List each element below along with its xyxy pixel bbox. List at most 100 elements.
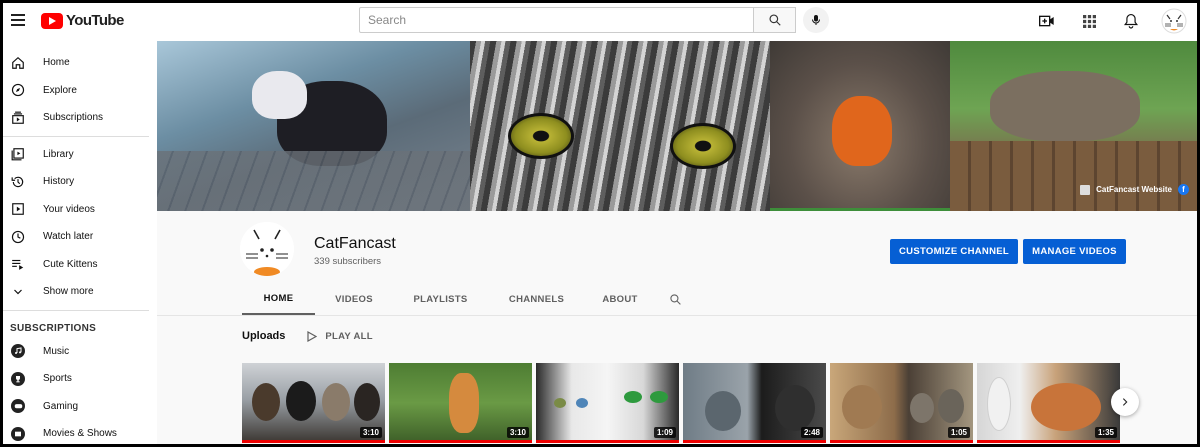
subscriptions-heading: SUBSCRIPTIONS — [10, 322, 97, 334]
apps-icon — [1082, 14, 1096, 28]
search-icon — [669, 293, 681, 305]
channel-name: CatFancast — [314, 235, 396, 252]
video-duration: 1:35 — [1094, 427, 1117, 438]
history-icon — [10, 174, 26, 190]
subscriber-count: 339 subscribers — [314, 256, 382, 267]
search-input[interactable] — [368, 13, 753, 27]
sidebar-divider — [3, 135, 149, 137]
sidebar-sub-sports[interactable]: Sports — [3, 365, 157, 393]
customize-channel-button[interactable]: CUSTOMIZE CHANNEL — [890, 239, 1018, 264]
bell-icon — [1124, 13, 1138, 29]
sidebar-item-explore[interactable]: Explore — [3, 77, 157, 105]
tab-search[interactable] — [655, 283, 695, 315]
channel-avatar[interactable] — [240, 222, 294, 276]
sidebar-item-label: Watch later — [43, 231, 94, 243]
cat-avatar-icon — [1161, 8, 1187, 34]
header-divider — [157, 315, 1197, 316]
sidebar-item-history[interactable]: History — [3, 168, 157, 196]
video-duration: 1:05 — [947, 427, 970, 438]
create-video-icon — [1039, 15, 1054, 27]
sidebar-item-label: Cute Kittens — [43, 258, 98, 270]
play-all-label: PLAY ALL — [325, 330, 373, 342]
sidebar-item-show-more[interactable]: Show more — [3, 278, 157, 306]
sidebar-item-label: Your videos — [43, 203, 95, 215]
home-icon — [10, 55, 26, 71]
sidebar-sub-movies[interactable]: Movies & Shows — [3, 420, 157, 444]
sidebar-divider — [3, 309, 149, 311]
chevron-right-icon — [1122, 398, 1128, 406]
sidebar-sub-gaming[interactable]: Gaming — [3, 393, 157, 421]
banner-cat-eyes-photo — [470, 41, 770, 211]
video-thumbnail[interactable]: 2:48 — [683, 363, 826, 443]
sidebar-sub-music[interactable]: Music — [3, 338, 157, 366]
your-videos-icon — [10, 201, 26, 217]
play-all-button[interactable]: PLAY ALL — [307, 330, 373, 342]
tab-channels[interactable]: CHANNELS — [488, 283, 585, 315]
chevron-down-icon — [10, 284, 26, 300]
watch-progress-bar — [830, 440, 973, 443]
tab-about[interactable]: ABOUT — [585, 283, 655, 315]
mic-icon — [812, 15, 820, 25]
playlist-icon — [10, 256, 26, 272]
website-link[interactable]: CatFancast Website — [1096, 185, 1172, 194]
channel-banner: CatFancast Website f — [157, 41, 1197, 211]
cat-face-icon — [240, 222, 294, 276]
video-thumbnail[interactable]: 1:09 — [536, 363, 679, 443]
trophy-icon — [10, 371, 26, 387]
tab-videos[interactable]: VIDEOS — [315, 283, 393, 315]
sidebar-item-library[interactable]: Library — [3, 141, 157, 169]
sidebar-item-label: Subscriptions — [43, 112, 104, 124]
channel-main: CatFancast Website f CatFancast 339 subs… — [157, 41, 1197, 444]
sidebar-item-label: Home — [43, 57, 70, 69]
video-thumbnail[interactable]: 1:05 — [830, 363, 973, 443]
video-duration: 3:10 — [359, 427, 382, 438]
top-right-actions — [1035, 8, 1187, 34]
sidebar-item-label: Gaming — [43, 400, 79, 412]
banner-tabby-cat-photo: CatFancast Website f — [950, 41, 1197, 211]
youtube-logo[interactable]: YouTube — [41, 12, 124, 29]
manage-videos-button[interactable]: MANAGE VIDEOS — [1023, 239, 1126, 264]
create-video-button[interactable] — [1035, 9, 1059, 33]
tab-playlists[interactable]: PLAYLISTS — [393, 283, 488, 315]
sidebar-item-label: Show more — [43, 286, 94, 298]
library-icon — [10, 146, 26, 162]
account-avatar[interactable] — [1161, 8, 1187, 34]
tab-home[interactable]: HOME — [242, 283, 315, 315]
top-bar: YouTube — [3, 3, 1197, 41]
subscriptions-icon — [10, 110, 26, 126]
apps-button[interactable] — [1077, 9, 1101, 33]
sidebar-item-home[interactable]: Home — [3, 49, 157, 77]
video-duration: 3:10 — [506, 427, 529, 438]
sidebar-item-label: Music — [43, 345, 70, 357]
video-thumbnail[interactable]: 1:35 — [977, 363, 1120, 443]
sidebar-item-cute-kittens[interactable]: Cute Kittens — [3, 251, 157, 279]
watch-progress-bar — [683, 440, 826, 443]
video-thumbnail[interactable]: 3:10 — [242, 363, 385, 443]
music-icon — [10, 343, 26, 359]
search-button[interactable] — [754, 7, 796, 33]
uploads-shelf-header: Uploads PLAY ALL — [242, 330, 373, 342]
video-thumbnail[interactable]: 3:10 — [389, 363, 532, 443]
voice-search-button[interactable] — [803, 7, 829, 33]
uploads-title[interactable]: Uploads — [242, 330, 285, 342]
banner-links: CatFancast Website f — [1080, 184, 1189, 195]
sidebar-item-label: Library — [43, 148, 74, 160]
facebook-icon[interactable]: f — [1178, 184, 1189, 195]
sidebar-item-watch-later[interactable]: Watch later — [3, 223, 157, 251]
video-duration: 1:09 — [653, 427, 676, 438]
menu-icon[interactable] — [11, 14, 25, 26]
sidebar-item-your-videos[interactable]: Your videos — [3, 196, 157, 224]
website-link-icon — [1080, 184, 1091, 195]
play-icon — [307, 330, 318, 342]
watch-progress-bar — [242, 440, 385, 443]
banner-kitten-photo — [157, 41, 470, 211]
sidebar-item-label: History — [43, 176, 75, 188]
next-uploads-button[interactable] — [1111, 388, 1139, 416]
sidebar-item-label: Movies & Shows — [43, 428, 117, 440]
youtube-play-icon — [41, 12, 63, 29]
channel-tabs: HOME VIDEOS PLAYLISTS CHANNELS ABOUT — [242, 283, 695, 315]
sidebar-item-subscriptions[interactable]: Subscriptions — [3, 104, 157, 132]
notifications-button[interactable] — [1119, 9, 1143, 33]
search-icon — [768, 14, 781, 26]
watch-progress-bar — [977, 440, 1120, 443]
